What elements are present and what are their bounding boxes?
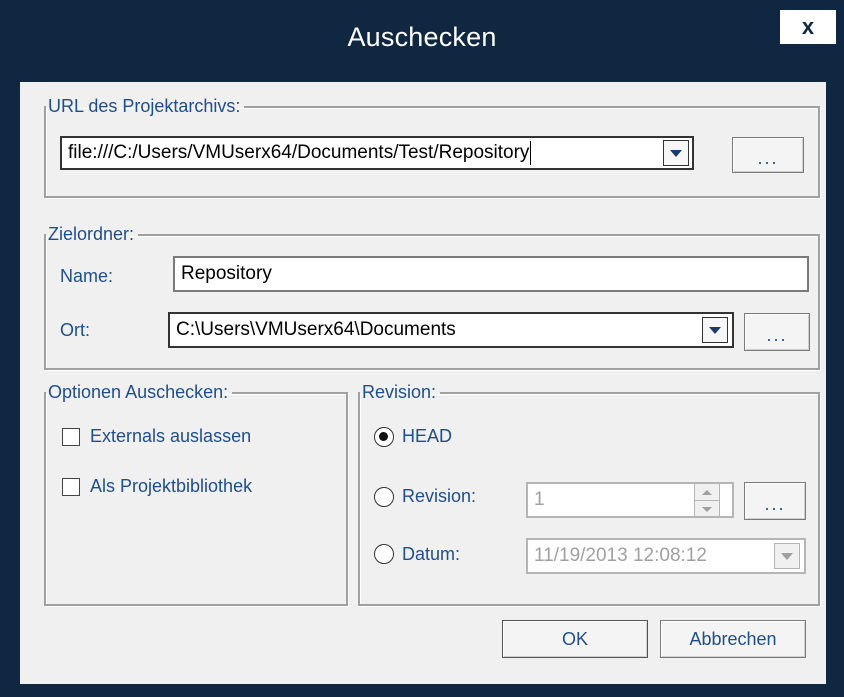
location-combo-input[interactable]: C:\Users\VMUserx64\Documents bbox=[168, 312, 734, 348]
revision-group-legend: Revision: bbox=[362, 382, 437, 402]
cancel-label: Abbrechen bbox=[689, 628, 777, 649]
ok-label: OK bbox=[561, 628, 588, 649]
target-group-legend: Zielordner: bbox=[48, 224, 135, 244]
location-browse-label: ... bbox=[766, 324, 788, 345]
externals-checkbox[interactable] bbox=[62, 428, 80, 446]
head-radio-label[interactable]: HEAD bbox=[402, 426, 452, 447]
revision-value: 1 bbox=[534, 489, 545, 510]
date-combo-input[interactable]: 11/19/2013 12:08:12 bbox=[526, 538, 806, 574]
target-folder-group: Zielordner: bbox=[44, 224, 820, 370]
close-button[interactable]: x bbox=[780, 10, 836, 44]
revision-browse-label: ... bbox=[764, 493, 786, 514]
location-value: C:\Users\VMUserx64\Documents bbox=[176, 319, 456, 340]
ok-button[interactable]: OK bbox=[502, 620, 648, 658]
location-browse-button[interactable]: ... bbox=[744, 313, 810, 351]
location-label: Ort: bbox=[60, 320, 90, 340]
options-group-legend: Optionen Auschecken: bbox=[48, 382, 229, 402]
chevron-down-icon bbox=[709, 326, 721, 334]
text-cursor bbox=[530, 141, 532, 165]
url-dropdown-button[interactable] bbox=[663, 140, 689, 166]
date-dropdown-button[interactable] bbox=[774, 543, 800, 569]
date-value: 11/19/2013 12:08:12 bbox=[534, 545, 707, 566]
name-input[interactable]: Repository bbox=[173, 256, 809, 292]
revision-browse-button[interactable]: ... bbox=[744, 482, 806, 520]
url-browse-label: ... bbox=[757, 147, 779, 168]
project-library-checkbox-label[interactable]: Als Projektbibliothek bbox=[90, 476, 252, 497]
location-dropdown-button[interactable] bbox=[702, 317, 728, 343]
url-combo-input[interactable]: file:///C:/Users/VMUserx64/Documents/Tes… bbox=[60, 136, 694, 170]
chevron-up-icon bbox=[702, 489, 712, 495]
url-group-legend: URL des Projektarchivs: bbox=[48, 96, 241, 116]
url-browse-button[interactable]: ... bbox=[732, 137, 804, 173]
spin-up-button[interactable] bbox=[695, 484, 719, 500]
chevron-down-icon bbox=[702, 506, 712, 512]
spin-down-button[interactable] bbox=[695, 500, 719, 517]
chevron-down-icon bbox=[781, 552, 793, 560]
cancel-button[interactable]: Abbrechen bbox=[660, 620, 806, 658]
dialog-title: Auschecken bbox=[347, 22, 497, 52]
close-icon: x bbox=[801, 14, 815, 39]
externals-checkbox-label[interactable]: Externals auslassen bbox=[90, 426, 251, 447]
radio-selected-dot bbox=[379, 432, 388, 441]
name-label: Name: bbox=[60, 266, 114, 286]
revision-radio[interactable] bbox=[374, 487, 394, 507]
date-radio[interactable] bbox=[374, 544, 394, 564]
head-radio[interactable] bbox=[374, 427, 394, 447]
dialog-client-area: URL des Projektarchivs: file:///C:/Users… bbox=[20, 82, 826, 684]
checkout-dialog: Auschecken x URL des Projektarchivs: fil… bbox=[0, 0, 844, 697]
revision-radio-label[interactable]: Revision: bbox=[402, 486, 476, 507]
name-value: Repository bbox=[181, 263, 272, 284]
project-library-checkbox[interactable] bbox=[62, 478, 80, 496]
url-value: file:///C:/Users/VMUserx64/Documents/Tes… bbox=[68, 142, 530, 163]
revision-spinner[interactable] bbox=[694, 483, 720, 517]
title-bar: Auschecken x bbox=[0, 0, 844, 82]
date-radio-label[interactable]: Datum: bbox=[402, 544, 460, 565]
chevron-down-icon bbox=[670, 149, 682, 157]
